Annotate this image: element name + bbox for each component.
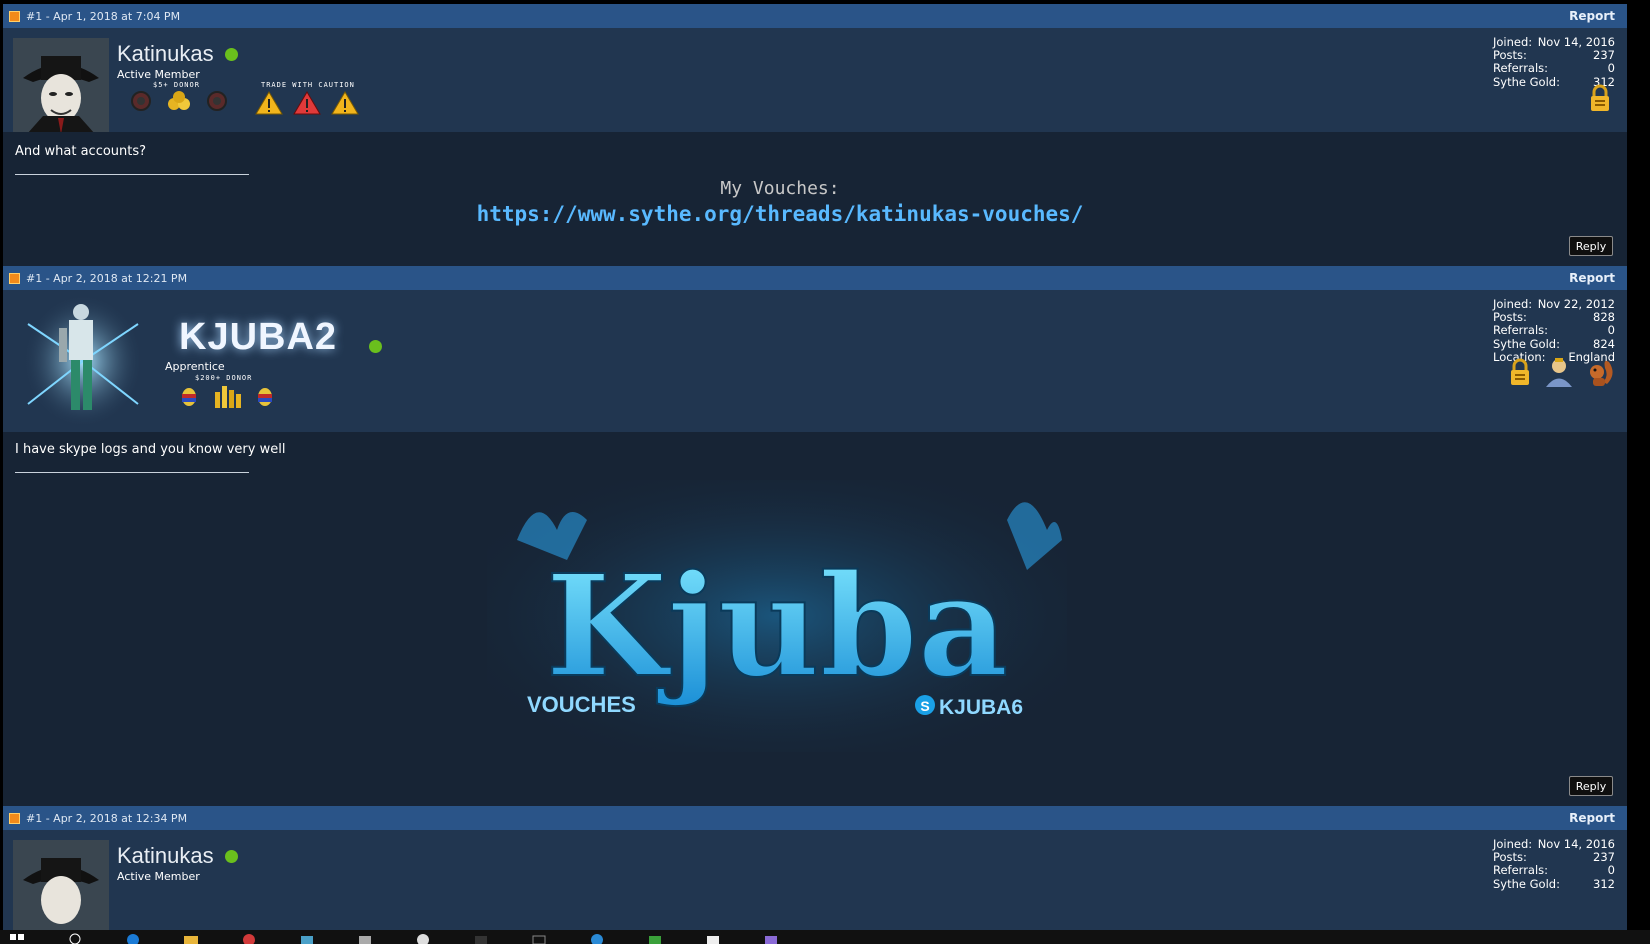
post-icon xyxy=(9,10,20,22)
post-header: #1 - Apr 1, 2018 at 7:04 PM Report xyxy=(3,4,1627,28)
avatar[interactable] xyxy=(13,840,109,930)
taskbar xyxy=(0,930,1650,944)
lock-icon[interactable] xyxy=(1589,84,1611,112)
stat-label: Sythe Gold: xyxy=(1493,336,1560,351)
signature-title: My Vouches: xyxy=(720,178,840,199)
avatar[interactable] xyxy=(13,38,109,134)
post-body: I have skype logs and you know very well… xyxy=(3,432,1627,806)
app-icon[interactable] xyxy=(704,930,722,944)
warning-red-icon[interactable] xyxy=(293,90,321,116)
edge-browser-icon[interactable] xyxy=(124,930,142,944)
warning-yellow-icon[interactable] xyxy=(255,90,283,116)
stat-label: Sythe Gold: xyxy=(1493,876,1560,891)
signature-divider xyxy=(15,174,249,175)
signature-divider xyxy=(15,472,249,473)
stat-value: 0 xyxy=(1607,61,1615,76)
runescape-character-avatar-icon[interactable] xyxy=(23,294,143,428)
user-stats: Joined: Nov 14, 2016 Posts: 237 Referrals:… xyxy=(1493,35,1615,89)
masked-man-avatar-icon xyxy=(13,38,109,134)
stat-value: 824 xyxy=(1593,336,1615,351)
award-label-donor: $5+ DONOR xyxy=(153,81,200,89)
user-info-bar: Katinukas Active Member Joined: Nov 14, 2… xyxy=(3,830,1627,930)
post-header: #1 - Apr 2, 2018 at 12:34 PM Report xyxy=(3,806,1627,830)
post-icon xyxy=(9,812,20,824)
banner-skype-text: KJUBA6 xyxy=(939,696,1023,719)
stat-label: Referrals: xyxy=(1493,863,1549,878)
squirrel-icon[interactable] xyxy=(1585,356,1617,388)
app-icon[interactable] xyxy=(588,930,606,944)
username[interactable]: Katinukas xyxy=(117,41,214,67)
online-status-icon xyxy=(225,48,238,61)
warning-yellow-icon[interactable] xyxy=(331,90,359,116)
post-message: And what accounts? xyxy=(15,144,147,159)
stat-value: 0 xyxy=(1607,323,1615,338)
user-info-bar: KJUBA2 Apprentice $200+ DONOR Joined: Nov… xyxy=(3,290,1627,432)
post-body: And what accounts? My Vouches: https://w… xyxy=(3,132,1627,266)
banner-vouches-text: VOUCHES xyxy=(527,692,636,717)
party-hat-icon[interactable] xyxy=(253,384,277,408)
post-header: #1 - Apr 2, 2018 at 12:21 PM Report xyxy=(3,266,1627,290)
username[interactable]: Katinukas xyxy=(117,843,214,869)
lock-icon[interactable] xyxy=(1509,358,1531,388)
gold-coins-icon[interactable] xyxy=(165,90,193,112)
app-icon[interactable] xyxy=(530,930,548,944)
report-link[interactable]: Report xyxy=(1569,811,1615,825)
party-hat-icon[interactable] xyxy=(177,384,201,408)
app-icon[interactable] xyxy=(298,930,316,944)
windows-start-icon[interactable] xyxy=(8,930,26,944)
post-3: #1 - Apr 2, 2018 at 12:34 PM Report Kati… xyxy=(3,806,1627,930)
thread-page: #1 - Apr 1, 2018 at 7:04 PM Report Katin xyxy=(3,4,1627,930)
app-icon[interactable] xyxy=(356,930,374,944)
post-icon xyxy=(9,272,20,284)
stat-value: 0 xyxy=(1607,863,1615,878)
app-icon[interactable] xyxy=(414,930,432,944)
kjuba-vouches-banner[interactable]: Kjuba VOUCHES S KJUBA6 xyxy=(487,480,1067,752)
stat-value: 312 xyxy=(1593,876,1615,891)
stat-label: Sythe Gold: xyxy=(1493,74,1560,89)
user-figure-icon[interactable] xyxy=(1543,356,1575,388)
award-label-donor: $200+ DONOR xyxy=(195,374,253,382)
app-icon[interactable] xyxy=(646,930,664,944)
banner-main-text: Kjuba xyxy=(546,545,1009,709)
gold-stack-icon[interactable] xyxy=(211,382,243,410)
post-message: I have skype logs and you know very well xyxy=(15,442,286,457)
post-meta[interactable]: #1 - Apr 2, 2018 at 12:34 PM xyxy=(26,812,187,825)
vouches-link[interactable]: https://www.sythe.org/threads/katinukas-… xyxy=(3,202,1557,226)
post-meta[interactable]: #1 - Apr 2, 2018 at 12:21 PM xyxy=(26,272,187,285)
report-link[interactable]: Report xyxy=(1569,9,1615,23)
online-status-icon xyxy=(369,340,382,353)
donor-badge-icon[interactable] xyxy=(127,90,155,112)
stat-label: Referrals: xyxy=(1493,61,1549,76)
masked-man-avatar-icon xyxy=(13,840,109,930)
post-1: #1 - Apr 1, 2018 at 7:04 PM Report Katin xyxy=(3,4,1627,266)
username[interactable]: KJUBA2 xyxy=(179,316,337,359)
reply-button[interactable]: Reply xyxy=(1569,236,1613,256)
svg-text:S: S xyxy=(920,698,929,714)
user-stats: Joined: Nov 22, 2012 Posts: 828 Referrals:… xyxy=(1493,297,1615,364)
window-edge xyxy=(1627,0,1650,930)
opera-browser-icon[interactable] xyxy=(240,930,258,944)
donor-badge-icon[interactable] xyxy=(203,90,231,112)
search-icon[interactable] xyxy=(66,930,84,944)
report-link[interactable]: Report xyxy=(1569,271,1615,285)
reply-button[interactable]: Reply xyxy=(1569,776,1613,796)
post-meta[interactable]: #1 - Apr 1, 2018 at 7:04 PM xyxy=(26,10,180,23)
user-info-bar: Katinukas Active Member $5+ DONOR TRADE … xyxy=(3,28,1627,134)
app-icon[interactable] xyxy=(762,930,780,944)
usertitle: Active Member xyxy=(117,68,200,81)
app-icon[interactable] xyxy=(472,930,490,944)
stat-label: Referrals: xyxy=(1493,323,1549,338)
usertitle: Active Member xyxy=(117,870,200,883)
award-label-caution: TRADE WITH CAUTION xyxy=(261,81,355,89)
user-stats: Joined: Nov 14, 2016 Posts: 237 Referrals:… xyxy=(1493,837,1615,891)
online-status-icon xyxy=(225,850,238,863)
folder-icon[interactable] xyxy=(182,930,200,944)
usertitle: Apprentice xyxy=(165,360,225,373)
post-2: #1 - Apr 2, 2018 at 12:21 PM Report KJUB… xyxy=(3,266,1627,806)
